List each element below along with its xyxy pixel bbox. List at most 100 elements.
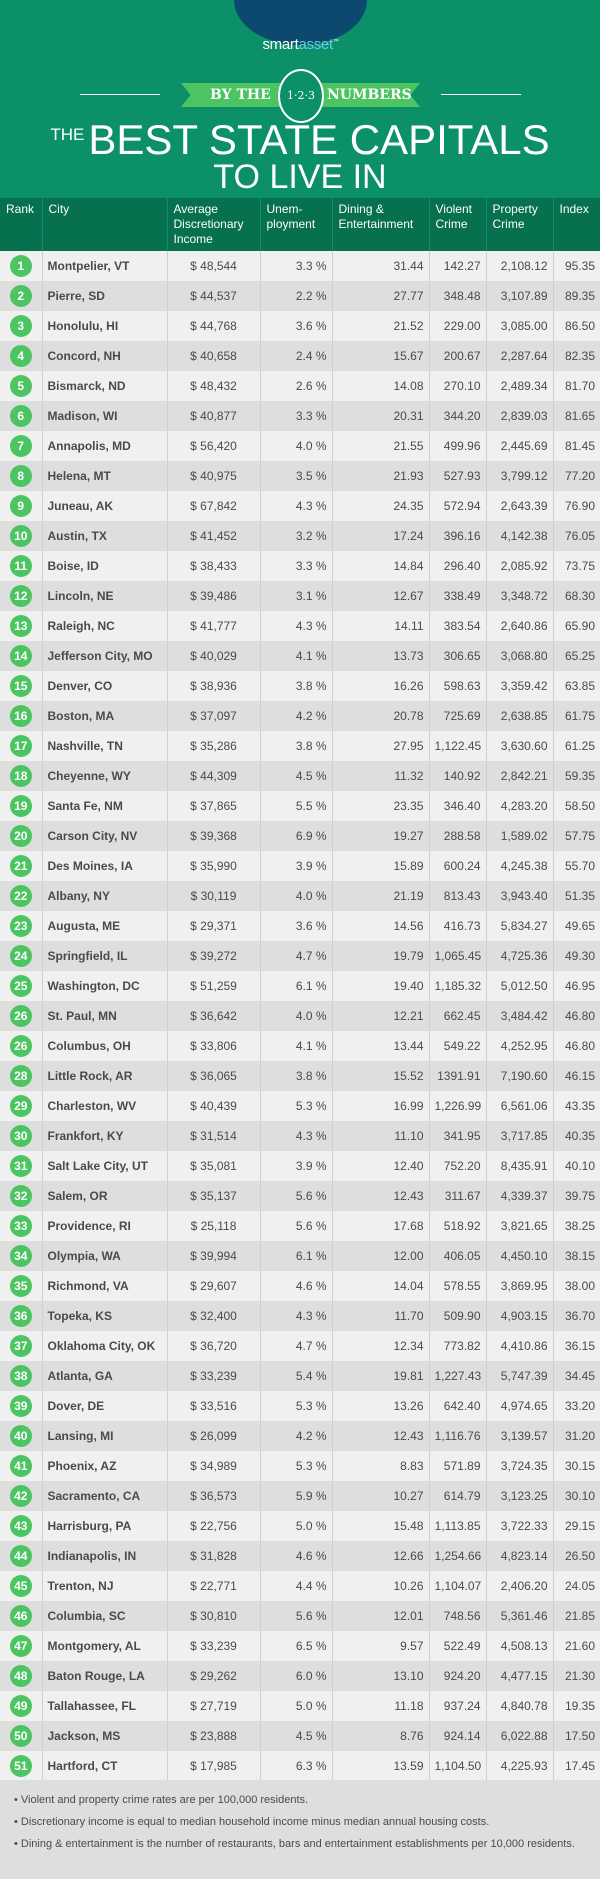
cell-property-crime: 3,484.42 [486,1001,554,1031]
cell-income: $ 35,081 [167,1151,261,1181]
rank-badge: 22 [9,885,32,907]
cell-income: $ 36,720 [167,1331,261,1361]
cell-unemployment: 4.1 % [260,1031,333,1061]
cell-unemployment: 5.3 % [260,1451,333,1481]
cell-unemployment: 4.2 % [260,1421,333,1451]
rank-badge: 49 [9,1695,32,1717]
cell-index: 38.15 [553,1241,600,1271]
cell-dining: 21.52 [332,311,430,341]
cell-unemployment: 4.0 % [260,1001,333,1031]
cell-dining: 12.43 [332,1181,430,1211]
cell-index: 65.90 [553,611,600,641]
table-row: 20 Carson City, NV $ 39,368 6.9 % 19.27 288.5… [0,821,600,851]
rank-badge: 26 [9,1035,32,1057]
table-row: 13 Raleigh, NC $ 41,777 4.3 % 14.11 383.54 2,6… [0,611,600,641]
logo-text-smart: smart [262,36,299,53]
cell-dining: 27.77 [332,281,430,311]
cell-violent-crime: 396.16 [429,521,487,551]
cell-unemployment: 4.5 % [260,761,333,791]
rank-badge: 32 [9,1185,32,1207]
rank-badge: 10 [9,525,32,547]
cell-dining: 21.55 [332,431,430,461]
cell-dining: 12.40 [332,1151,430,1181]
cell-rank: 23 [0,911,43,941]
cell-unemployment: 4.3 % [260,611,333,641]
cell-income: $ 30,810 [167,1601,261,1631]
cell-city: Concord, NH [42,341,168,371]
cell-dining: 13.44 [332,1031,430,1061]
cell-violent-crime: 1391.91 [429,1061,487,1091]
table-row: 38 Atlanta, GA $ 33,239 5.4 % 19.81 1,227.43 5… [0,1361,600,1391]
cell-dining: 15.52 [332,1061,430,1091]
cell-city: Baton Rouge, LA [42,1661,168,1691]
cell-dining: 23.35 [332,791,430,821]
cell-city: Augusta, ME [42,911,168,941]
cell-income: $ 31,514 [167,1121,261,1151]
cell-rank: 45 [0,1571,43,1601]
cell-rank: 28 [0,1061,43,1091]
cell-index: 34.45 [553,1361,600,1391]
cell-rank: 8 [0,461,43,491]
rank-badge: 40 [9,1425,32,1447]
cell-unemployment: 3.8 % [260,731,333,761]
cell-rank: 50 [0,1721,43,1751]
column-header-dining: Dining & Entertainment [332,198,430,251]
cell-rank: 48 [0,1661,43,1691]
cell-rank: 38 [0,1361,43,1391]
table-row: 33 Providence, RI $ 25,118 5.6 % 17.68 518.92… [0,1211,600,1241]
cell-rank: 7 [0,431,43,461]
table-row: 51 Hartford, CT $ 17,985 6.3 % 13.59 1,104.50… [0,1751,600,1781]
cell-unemployment: 3.9 % [260,851,333,881]
cell-index: 49.65 [553,911,600,941]
cell-unemployment: 4.3 % [260,1301,333,1331]
cell-unemployment: 2.2 % [260,281,333,311]
cell-city: Sacramento, CA [42,1481,168,1511]
cell-income: $ 35,137 [167,1181,261,1211]
rank-badge: 37 [9,1335,32,1357]
table-header-row: Rank City Average Discretionary Income Unem… [0,198,600,251]
cell-index: 39.75 [553,1181,600,1211]
cell-property-crime: 3,107.89 [486,281,554,311]
table-row: 42 Sacramento, CA $ 36,573 5.9 % 10.27 614.79… [0,1481,600,1511]
cell-index: 31.20 [553,1421,600,1451]
cell-dining: 8.76 [332,1721,430,1751]
table-row: 12 Lincoln, NE $ 39,486 3.1 % 12.67 338.49 3,3… [0,581,600,611]
cell-income: $ 44,309 [167,761,261,791]
title-the: THE [50,125,85,144]
cell-rank: 11 [0,551,43,581]
cell-city: Charleston, WV [42,1091,168,1121]
table-row: 36 Topeka, KS $ 32,400 4.3 % 11.70 509.90 4,90… [0,1301,600,1331]
table-row: 16 Boston, MA $ 37,097 4.2 % 20.78 725.69 2,63… [0,701,600,731]
cell-dining: 11.70 [332,1301,430,1331]
cell-violent-crime: 348.48 [429,281,487,311]
table-row: 28 Little Rock, AR $ 36,065 3.8 % 15.52 1391.… [0,1061,600,1091]
cell-violent-crime: 662.45 [429,1001,487,1031]
cell-income: $ 37,097 [167,701,261,731]
cell-income: $ 38,433 [167,551,261,581]
cell-city: Richmond, VA [42,1271,168,1301]
cell-property-crime: 4,283.20 [486,791,554,821]
cell-income: $ 38,936 [167,671,261,701]
cell-property-crime: 4,840.78 [486,1691,554,1721]
cell-violent-crime: 406.05 [429,1241,487,1271]
cell-index: 24.05 [553,1571,600,1601]
cell-property-crime: 3,068.80 [486,641,554,671]
cell-dining: 12.21 [332,1001,430,1031]
rank-badge: 43 [9,1515,32,1537]
cell-property-crime: 3,943.40 [486,881,554,911]
cell-violent-crime: 1,226.99 [429,1091,487,1121]
cell-violent-crime: 1,227.43 [429,1361,487,1391]
rank-badge: 20 [9,825,32,847]
table-row: 5 Bismarck, ND $ 48,432 2.6 % 14.08 270.10 2,4… [0,371,600,401]
cell-property-crime: 7,190.60 [486,1061,554,1091]
cell-rank: 42 [0,1481,43,1511]
cell-dining: 21.19 [332,881,430,911]
cell-violent-crime: 1,104.50 [429,1751,487,1781]
cell-index: 43.35 [553,1091,600,1121]
column-header-index: Index [553,198,600,251]
cell-dining: 11.10 [332,1121,430,1151]
cell-city: Madison, WI [42,401,168,431]
cell-income: $ 40,439 [167,1091,261,1121]
rank-badge: 31 [9,1155,32,1177]
cell-city: Harrisburg, PA [42,1511,168,1541]
